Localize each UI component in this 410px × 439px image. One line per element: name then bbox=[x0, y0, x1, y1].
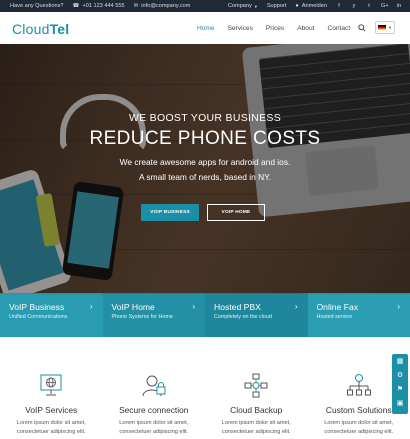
feature-desc-1: Lorem ipsum dolor sit amet, bbox=[16, 420, 86, 426]
company-label: Company bbox=[227, 3, 252, 9]
main-nav: Home Services Prices About Contact bbox=[197, 12, 363, 44]
service-online-fax[interactable]: Online Fax Hosted service › bbox=[307, 293, 410, 337]
chevron-right-icon: › bbox=[89, 302, 93, 311]
voip-home-button[interactable]: VOIP HOME bbox=[207, 204, 265, 221]
questions-text: Have any Questions? bbox=[10, 3, 64, 9]
linkedin-icon[interactable]: in bbox=[396, 3, 402, 9]
service-voip-home[interactable]: VoIP Home Phone Systems for Home › bbox=[102, 293, 205, 337]
service-title: Hosted PBX bbox=[214, 302, 261, 312]
german-flag-icon bbox=[378, 25, 387, 30]
feature-desc-2: consectetuer adipiscing elit. bbox=[324, 429, 394, 435]
service-desc: Unified Communications bbox=[9, 314, 68, 320]
youtube-icon[interactable]: y bbox=[351, 3, 357, 9]
search-icon[interactable] bbox=[358, 24, 366, 32]
user-icon: ● bbox=[295, 3, 299, 9]
hero-pretitle: WE BOOST YOUR BUSINESS bbox=[128, 112, 282, 124]
service-hosted-pbx[interactable]: Hosted PBX Completely on the cloud › bbox=[205, 293, 308, 337]
googleplus-icon[interactable]: G+ bbox=[381, 3, 389, 9]
service-title: VoIP Business bbox=[9, 302, 65, 312]
feature-title: VoIP Services bbox=[25, 405, 78, 415]
logo-part-2: Tel bbox=[49, 21, 70, 37]
service-desc: Hosted service bbox=[316, 314, 353, 320]
feature-desc-2: consectetuer adipiscing elit. bbox=[119, 429, 189, 435]
hero-title: REDUCE PHONE COSTS bbox=[89, 128, 321, 149]
voip-business-button[interactable]: VOIP BUSINESS bbox=[141, 204, 199, 221]
service-voip-business[interactable]: VoIP Business Unified Communications › bbox=[0, 293, 103, 337]
login-link[interactable]: ● Anmelden bbox=[295, 3, 327, 9]
nav-services[interactable]: Services bbox=[228, 25, 253, 32]
cart-icon[interactable]: ▣ bbox=[395, 399, 405, 409]
feature-desc-1: Lorem ipsum dolor sit amet, bbox=[324, 420, 394, 426]
feature-desc-2: consectetuer adipiscing elit. bbox=[221, 429, 291, 435]
phone-link[interactable]: ☎ +01 123 444 555 bbox=[72, 3, 124, 9]
feature-desc-1: Lorem ipsum dolor sit amet, bbox=[221, 420, 291, 426]
service-title: VoIP Home bbox=[111, 302, 155, 312]
nav-contact[interactable]: Contact bbox=[327, 25, 350, 32]
layout-icon[interactable]: ▦ bbox=[395, 357, 405, 367]
facebook-icon[interactable]: f bbox=[336, 3, 342, 9]
hero-banner: WE BOOST YOUR BUSINESS REDUCE PHONE COST… bbox=[0, 44, 410, 294]
nav-home[interactable]: Home bbox=[197, 25, 215, 32]
phone-icon: ☎ bbox=[72, 3, 80, 9]
feature-desc-1: Lorem ipsum dolor sit amet, bbox=[119, 420, 189, 426]
feature-title: Cloud Backup bbox=[230, 405, 283, 415]
phone-number: +01 123 444 555 bbox=[82, 3, 125, 9]
service-desc: Completely on the cloud bbox=[214, 314, 272, 320]
network-tree-icon bbox=[346, 374, 371, 396]
logo[interactable]: CloudTel bbox=[12, 21, 69, 37]
email-link[interactable]: ✉ info@company.com bbox=[134, 3, 191, 9]
logo-part-1: Cloud bbox=[12, 21, 50, 37]
service-desc: Phone Systems for Home bbox=[111, 314, 173, 320]
support-link[interactable]: Support bbox=[267, 3, 287, 9]
top-bar-right: Company ▼ Support ● Anmelden f y t G+ in bbox=[219, 0, 402, 12]
user-lock-icon bbox=[142, 375, 165, 397]
service-title: Online Fax bbox=[316, 302, 359, 312]
gear-icon[interactable]: ⚙ bbox=[395, 371, 405, 381]
mail-icon: ✉ bbox=[133, 3, 139, 9]
monitor-globe-icon bbox=[40, 374, 62, 396]
hero-subtitle-1: We create awesome apps for android and i… bbox=[119, 157, 291, 167]
language-selector[interactable]: ▼ bbox=[375, 21, 395, 34]
hero-subtitle-2: A small team of nerds, based in NY. bbox=[138, 172, 272, 182]
chevron-down-icon: ▼ bbox=[253, 3, 258, 9]
hero-overlay bbox=[0, 44, 410, 294]
features-section: VoIP Services Lorem ipsum dolor sit amet… bbox=[0, 337, 410, 439]
nav-prices[interactable]: Prices bbox=[266, 25, 284, 32]
cloud-network-icon bbox=[244, 373, 268, 398]
chevron-right-icon: › bbox=[192, 302, 195, 311]
company-dropdown[interactable]: Company ▼ bbox=[228, 3, 258, 9]
side-toolbar: ▦ ⚙ ⚑ ▣ bbox=[392, 354, 408, 414]
service-strip: VoIP Business Unified Communications › V… bbox=[0, 293, 410, 337]
email-address: info@company.com bbox=[141, 3, 191, 9]
feature-secure-connection: Secure connection Lorem ipsum dolor sit … bbox=[103, 337, 206, 439]
feature-cloud-backup: Cloud Backup Lorem ipsum dolor sit amet,… bbox=[205, 337, 308, 439]
tag-icon[interactable]: ⚑ bbox=[395, 385, 405, 395]
feature-title: Secure connection bbox=[119, 405, 189, 415]
chevron-right-icon: › bbox=[294, 302, 298, 311]
twitter-icon[interactable]: t bbox=[366, 3, 372, 9]
chevron-right-icon: › bbox=[397, 302, 400, 311]
feature-desc-2: consectetuer adipiscing elit. bbox=[16, 429, 86, 435]
main-header: CloudTel Home Services Prices About Cont… bbox=[0, 12, 410, 44]
nav-about[interactable]: About bbox=[297, 25, 314, 32]
login-label: Anmelden bbox=[301, 3, 327, 9]
feature-voip-services: VoIP Services Lorem ipsum dolor sit amet… bbox=[0, 337, 103, 439]
top-bar: Have any Questions? ☎ +01 123 444 555 ✉ … bbox=[0, 0, 410, 12]
chevron-down-icon: ▼ bbox=[388, 25, 392, 30]
